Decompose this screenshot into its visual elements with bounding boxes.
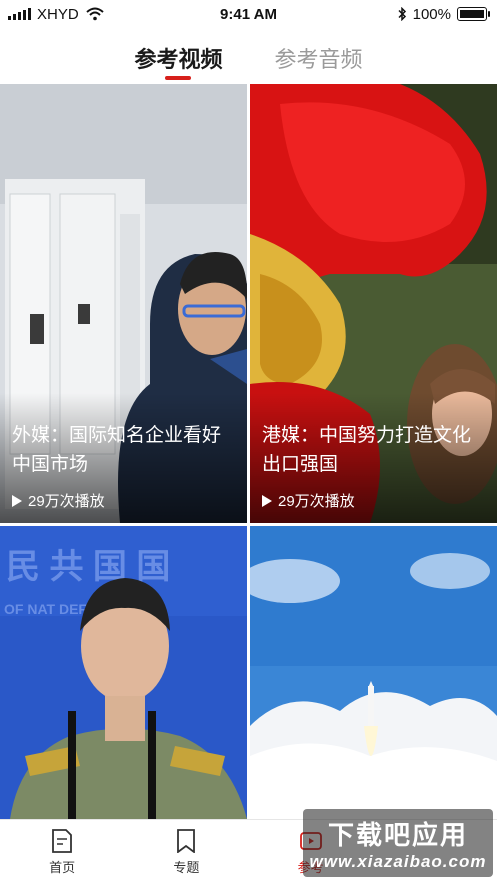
play-count: 29万次播放 [12,490,105,511]
watermark-overlay: 下载吧应用 www.xiazaibao.com [303,809,493,877]
video-thumbnail [250,526,497,819]
signal-icon [8,8,31,20]
nav-home-label: 首页 [49,859,76,875]
document-icon [52,828,73,853]
video-card[interactable]: 外媒：国际知名企业看好中国市场 29万次播放 [0,84,247,523]
tab-audio[interactable]: 参考音频 [275,28,363,84]
video-card[interactable]: 港媒：中国努力打造文化出口强国 29万次播放 [250,84,497,523]
video-card[interactable] [250,526,497,819]
status-right: 100% [397,5,490,23]
play-icon [12,494,22,507]
nav-home[interactable]: 首页 [0,820,124,884]
wifi-icon [86,7,104,21]
carrier-label: XHYD [37,5,79,23]
nav-topics[interactable]: 专题 [124,820,248,884]
top-tabs: 参考视频 参考音频 [0,28,497,84]
status-left: XHYD [8,6,105,23]
nav-topics-label: 专题 [173,859,200,875]
battery-label: 100% [412,5,451,23]
play-count-label: 29万次播放 [278,493,355,510]
bookmark-icon [177,828,196,853]
video-card[interactable]: 民 共 国 国 OF NAT DEFE [0,526,247,819]
watermark-bottom-text: www.xiazaibao.com [309,851,487,871]
play-icon [262,494,272,507]
video-title: 港媒：中国努力打造文化出口强国 [262,425,472,475]
play-count-label: 29万次播放 [28,493,105,510]
status-bar: XHYD 9:41 AM 100% [0,0,497,28]
video-grid: 外媒：国际知名企业看好中国市场 29万次播放 港媒：中国努力打造文化出口强国 2… [0,84,497,819]
tab-video[interactable]: 参考视频 [134,28,222,84]
battery-icon [457,7,490,21]
video-thumbnail: 民 共 国 国 OF NAT DEFE [0,526,247,819]
watermark-top-text: 下载吧应用 [327,819,468,850]
svg-text:OF NAT DEFE: OF NAT DEFE [4,601,96,617]
video-title: 外媒：国际知名企业看好中国市场 [12,425,222,475]
bluetooth-icon [398,7,406,21]
play-count: 29万次播放 [262,490,355,511]
svg-text:民 共 国 国: 民 共 国 国 [6,548,170,586]
